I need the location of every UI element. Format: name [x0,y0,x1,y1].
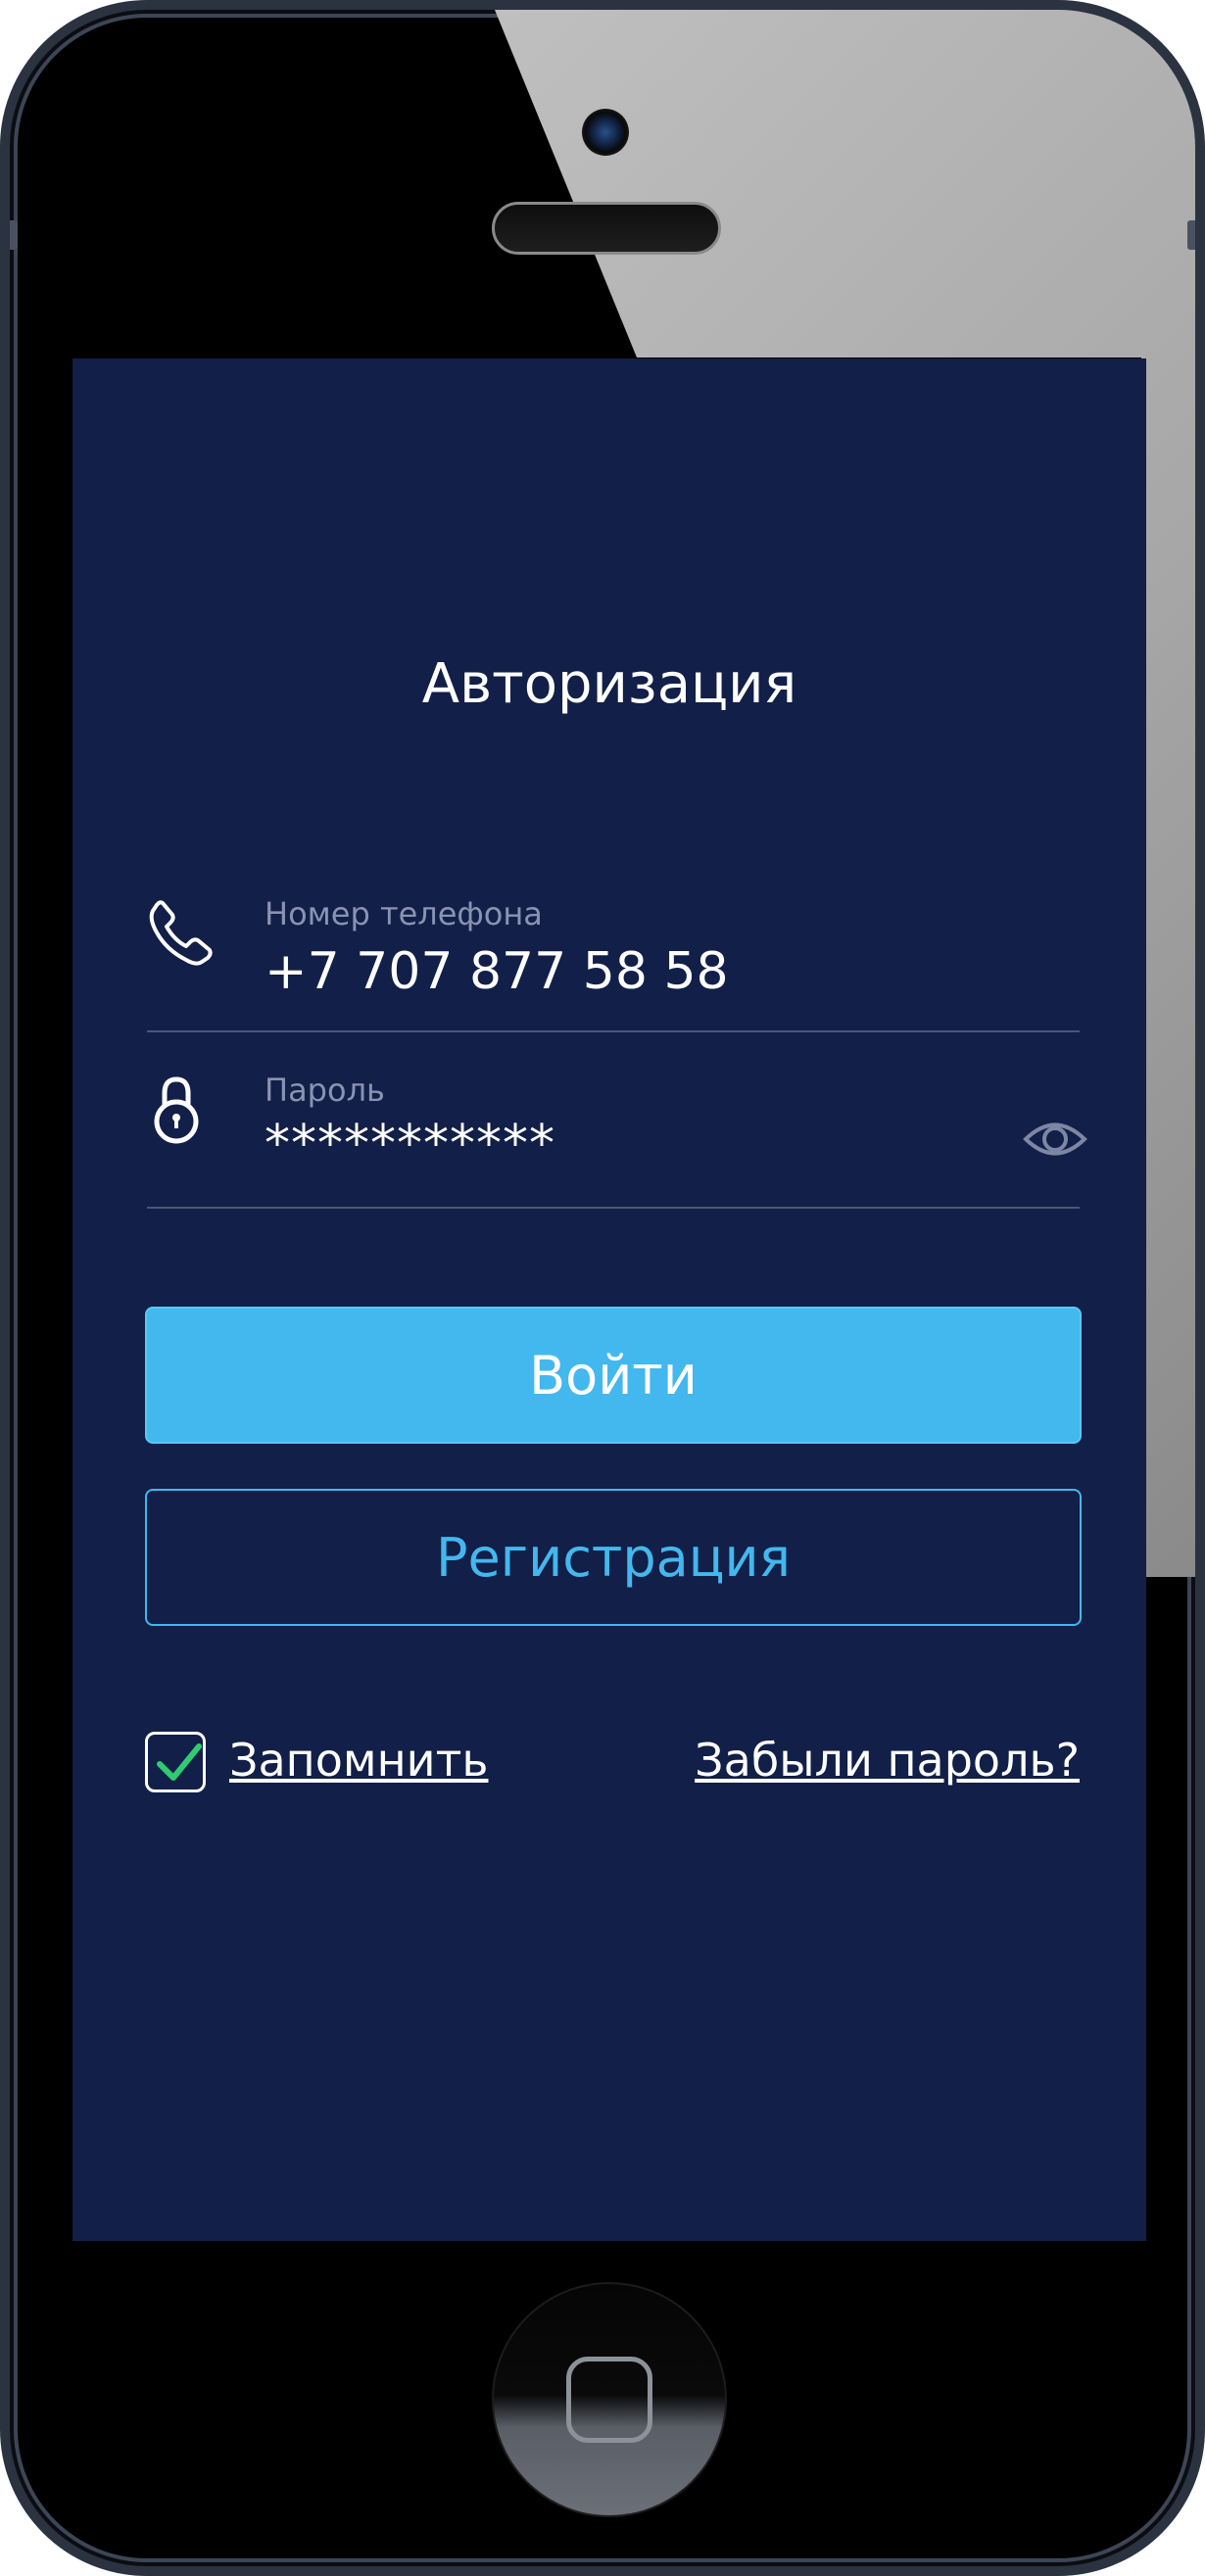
lock-icon [154,1076,199,1144]
remember-checkbox[interactable] [145,1732,206,1792]
page-title: Авторизация [421,652,797,716]
home-button[interactable] [492,2282,727,2517]
earpiece-speaker [492,202,721,255]
side-button-left [10,220,18,250]
remember-label[interactable]: Запомнить [229,1734,488,1787]
login-screen: Авторизация Номер телефона +7 707 877 58… [72,358,1146,2241]
home-square-icon [566,2357,652,2443]
login-button[interactable]: Войти [145,1307,1082,1444]
forgot-password-link[interactable]: Забыли пароль? [695,1734,1080,1787]
password-field-label: Пароль [265,1072,385,1109]
side-button-right [1187,220,1195,250]
phone-input[interactable]: +7 707 877 58 58 [265,942,729,1001]
phone-icon [149,900,213,966]
eye-icon[interactable] [1023,1117,1087,1162]
register-button[interactable]: Регистрация [145,1489,1082,1626]
password-field-divider [147,1207,1080,1209]
phone-field-divider [147,1030,1080,1032]
front-camera [582,109,629,156]
checkmark-icon [157,1743,202,1781]
password-input[interactable]: *********** [265,1115,555,1173]
phone-field-label: Номер телефона [265,895,543,932]
phone-frame: Авторизация Номер телефона +7 707 877 58… [0,0,1205,2576]
